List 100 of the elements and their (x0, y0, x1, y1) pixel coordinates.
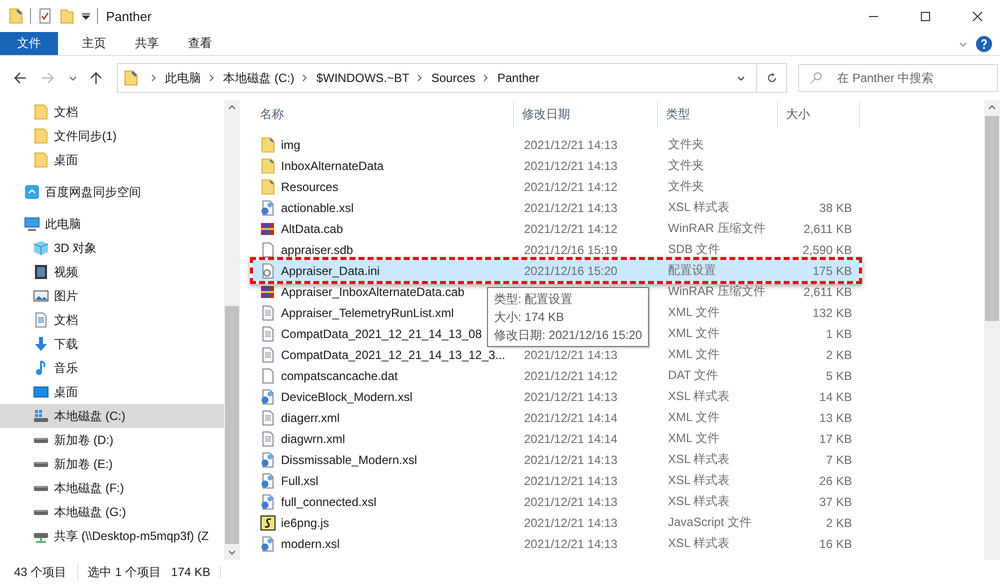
file-name: CompatData_2021_12_21_14_13_12_3... (281, 348, 506, 362)
column-header[interactable]: 大小 (778, 100, 860, 128)
file-size: 1 KB (824, 326, 853, 340)
nav-item[interactable]: 新加卷 (E:) (0, 452, 224, 476)
file-name: AltData.cab (281, 222, 344, 236)
nav-item[interactable]: 文件同步(1) (0, 124, 224, 148)
file-name: InboxAlternateData (281, 158, 384, 172)
drive-icon (33, 460, 49, 468)
search-icon (809, 71, 823, 85)
folder-page-icon[interactable] (8, 8, 24, 24)
file-name: Appraiser_InboxAlternateData.cab (281, 284, 464, 298)
refresh-button[interactable] (757, 63, 787, 93)
document-icon (260, 304, 276, 320)
up-arrow-icon[interactable] (88, 70, 104, 86)
file-name: modern.xsl (281, 536, 340, 550)
help-icon[interactable] (976, 36, 992, 52)
chevron-icon[interactable] (208, 74, 216, 82)
folder-icon (260, 178, 276, 194)
nav-item[interactable]: 桌面 (0, 380, 224, 404)
drive-icon (33, 436, 49, 444)
chevron-icon[interactable] (301, 74, 310, 82)
maximize-icon (920, 10, 930, 22)
file-type: JavaScript 文件 (667, 514, 752, 531)
nav-item[interactable]: 本地磁盘 (F:) (0, 476, 224, 500)
dropdown-icon[interactable] (81, 11, 91, 21)
nav-item[interactable]: 视频 (0, 260, 224, 284)
back-arrow-icon[interactable] (12, 70, 28, 86)
breadcrumb[interactable]: 本地磁盘 (C:) (223, 70, 294, 86)
tooltip-line: 修改日期: 2021/12/16 15:20 (494, 327, 642, 344)
selected-row[interactable]: Appraiser_Data.ini 2021/12/16 15:20 配置设置 175 KB (252, 260, 860, 281)
address-bar[interactable]: 此电脑 本地磁盘 (C:) $WINDOWS.~BT Sources Panther (117, 63, 757, 93)
nav-item[interactable]: 图片 (0, 284, 224, 308)
file-menu-tab[interactable]: 文件 (0, 32, 58, 55)
breadcrumb[interactable]: Sources (431, 71, 476, 85)
file-name: ie6png.js (281, 516, 330, 530)
file-type: 文件夹 (667, 136, 705, 153)
properties-icon[interactable] (37, 8, 53, 24)
nav-item[interactable]: 新加卷 (D:) (0, 428, 224, 452)
nav-item[interactable]: 此电脑 (0, 212, 224, 236)
drive-icon (33, 484, 49, 492)
script-file-icon (260, 514, 276, 530)
file-size: 13 KB (818, 410, 853, 424)
item-count: 43 个项目 (14, 564, 67, 580)
modified-date: 2021/12/21 14:12 (523, 180, 618, 194)
selection-count: 选中 1 个项目 (88, 564, 162, 580)
file-type: 配置设置 (667, 262, 717, 279)
download-icon (33, 336, 49, 352)
file-type: DAT 文件 (667, 367, 720, 384)
scrollbar-thumb[interactable] (985, 116, 999, 321)
file-list-scrollbar[interactable] (984, 100, 1000, 560)
modified-date: 2021/12/21 14:13 (523, 474, 618, 488)
file-type: XSL 样式表 (667, 388, 731, 405)
breadcrumb[interactable]: Panther (497, 71, 540, 85)
modified-date: 2021/12/21 14:13 (523, 516, 618, 530)
nav-item[interactable]: 下载 (0, 332, 224, 356)
column-header[interactable]: 修改日期 (514, 100, 658, 128)
nav-item[interactable]: 3D 对象 (0, 236, 224, 260)
folder-icon (33, 152, 49, 168)
document-icon (260, 326, 276, 342)
nav-item[interactable]: 本地磁盘 (C:) (0, 404, 224, 428)
file-name: compatscancache.dat (281, 368, 398, 382)
file-name: diagwrn.xml (281, 432, 346, 446)
chevron-icon[interactable] (416, 74, 424, 82)
file-size: 17 KB (818, 432, 853, 446)
modified-date: 2021/12/21 14:13 (523, 390, 618, 404)
window-title: Panther (106, 8, 152, 24)
column-header[interactable]: 名称 (252, 100, 514, 128)
file-name: Resources (281, 180, 338, 194)
stylesheet-file-icon (260, 494, 276, 510)
sidebar-scrollbar[interactable] (224, 100, 240, 560)
file-size: 26 KB (818, 474, 853, 488)
column-header[interactable]: 类型 (658, 100, 778, 128)
file-name: DeviceBlock_Modern.xsl (281, 390, 412, 404)
modified-date: 2021/12/16 15:19 (523, 242, 618, 256)
modified-date: 2021/12/21 14:13 (523, 494, 618, 508)
scrollbar-thumb[interactable] (225, 306, 239, 544)
file-size: 5 KB (824, 368, 853, 382)
file-type: XSL 样式表 (667, 451, 731, 468)
tooltip-line: 类型: 配置设置 (494, 291, 574, 308)
breadcrumb[interactable]: 此电脑 (165, 70, 201, 86)
nav-item[interactable]: 文档 (0, 100, 224, 124)
file-type: XML 文件 (667, 304, 721, 321)
nav-item[interactable]: 本地磁盘 (G:) (0, 500, 224, 524)
search-field[interactable]: 在 Panther 中搜索 (798, 64, 998, 92)
breadcrumb[interactable]: $WINDOWS.~BT (316, 71, 410, 85)
file-size: 2,611 KB (802, 284, 853, 298)
modified-date: 2021/12/21 14:13 (523, 200, 618, 214)
chevron-icon[interactable] (482, 74, 490, 82)
nav-item[interactable]: 共享 (\\Desktop-m5mqp3f) (Z (0, 524, 224, 548)
nav-item[interactable]: 桌面 (0, 148, 224, 172)
folder-icon (260, 158, 276, 174)
file-type: XML 文件 (667, 409, 721, 426)
nav-item[interactable]: 百度网盘同步空间 (0, 180, 224, 204)
nav-item[interactable]: 音乐 (0, 356, 224, 380)
document-icon (260, 410, 276, 426)
chevron-icon[interactable] (150, 74, 158, 82)
file-size: 175 KB (812, 264, 853, 278)
file-type: WinRAR 压缩文件 (667, 220, 766, 237)
nav-item[interactable]: 文档 (0, 308, 224, 332)
file-type: XSL 样式表 (667, 493, 731, 510)
